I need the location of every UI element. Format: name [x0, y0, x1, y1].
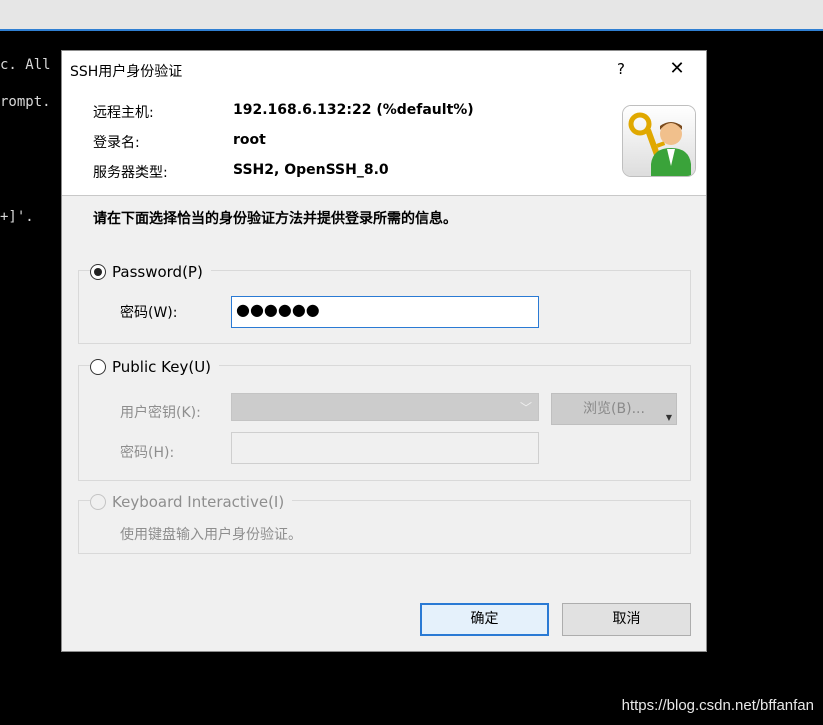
- host-value: 192.168.6.132:22 (%default%): [233, 102, 474, 118]
- keyboard-interactive-radio[interactable]: Keyboard Interactive(I): [90, 493, 293, 511]
- ok-button-label: 确定: [470, 611, 499, 627]
- password-field-label: 密码(W):: [120, 305, 178, 321]
- keyboard-interactive-radio-label: Keyboard Interactive(I): [112, 493, 285, 511]
- password-radio-button[interactable]: [90, 264, 106, 280]
- passphrase-label: 密码(H):: [120, 445, 175, 461]
- help-icon[interactable]: ?: [606, 54, 636, 84]
- connection-info-panel: 远程主机: 192.168.6.132:22 (%default%) 登录名: …: [62, 87, 706, 196]
- dropdown-arrow-icon: ▼: [665, 413, 672, 422]
- keyboard-interactive-radio-button[interactable]: [90, 494, 106, 510]
- server-type-value: SSH2, OpenSSH_8.0: [233, 162, 389, 178]
- ssh-auth-dialog: SSH用户身份验证 ? ✕ 远程主机: 192.168.6.132:22 (%d…: [61, 50, 707, 652]
- cancel-button-label: 取消: [612, 611, 641, 627]
- cancel-button[interactable]: 取消: [562, 603, 691, 636]
- terminal-line: c. All: [0, 57, 51, 73]
- password-input[interactable]: ●●●●●●: [231, 296, 539, 328]
- instruction-text: 请在下面选择恰当的身份验证方法并提供登录所需的信息。: [93, 211, 457, 227]
- password-radio[interactable]: Password(P): [90, 263, 211, 281]
- server-type-label: 服务器类型:: [93, 165, 168, 181]
- public-key-radio-button[interactable]: [90, 359, 106, 375]
- public-key-radio-label: Public Key(U): [112, 358, 212, 376]
- dialog-title: SSH用户身份验证: [70, 64, 183, 80]
- keyboard-interactive-description: 使用键盘输入用户身份验证。: [120, 527, 302, 543]
- browse-button-label: 浏览(B)...: [583, 401, 645, 417]
- user-key-select[interactable]: ﹀: [231, 393, 539, 421]
- browse-button[interactable]: 浏览(B)... ▼: [551, 393, 677, 425]
- terminal-tab-bar: [0, 0, 823, 31]
- password-masked-value: ●●●●●●: [236, 300, 320, 319]
- password-radio-label: Password(P): [112, 263, 203, 281]
- terminal-line: rompt.: [0, 94, 51, 110]
- login-value: root: [233, 132, 266, 148]
- host-label: 远程主机:: [93, 105, 154, 121]
- dialog-titlebar: SSH用户身份验证 ? ✕: [62, 51, 706, 87]
- login-label: 登录名:: [93, 135, 140, 151]
- terminal-line: +]'.: [0, 209, 34, 225]
- public-key-radio[interactable]: Public Key(U): [90, 358, 220, 376]
- watermark: https://blog.csdn.net/bffanfan: [621, 697, 814, 714]
- close-icon[interactable]: ✕: [660, 54, 694, 84]
- user-key-label: 用户密钥(K):: [120, 405, 201, 421]
- key-user-icon: [622, 105, 696, 177]
- ok-button[interactable]: 确定: [420, 603, 549, 636]
- passphrase-input[interactable]: [231, 432, 539, 464]
- chevron-down-icon: ﹀: [519, 401, 532, 415]
